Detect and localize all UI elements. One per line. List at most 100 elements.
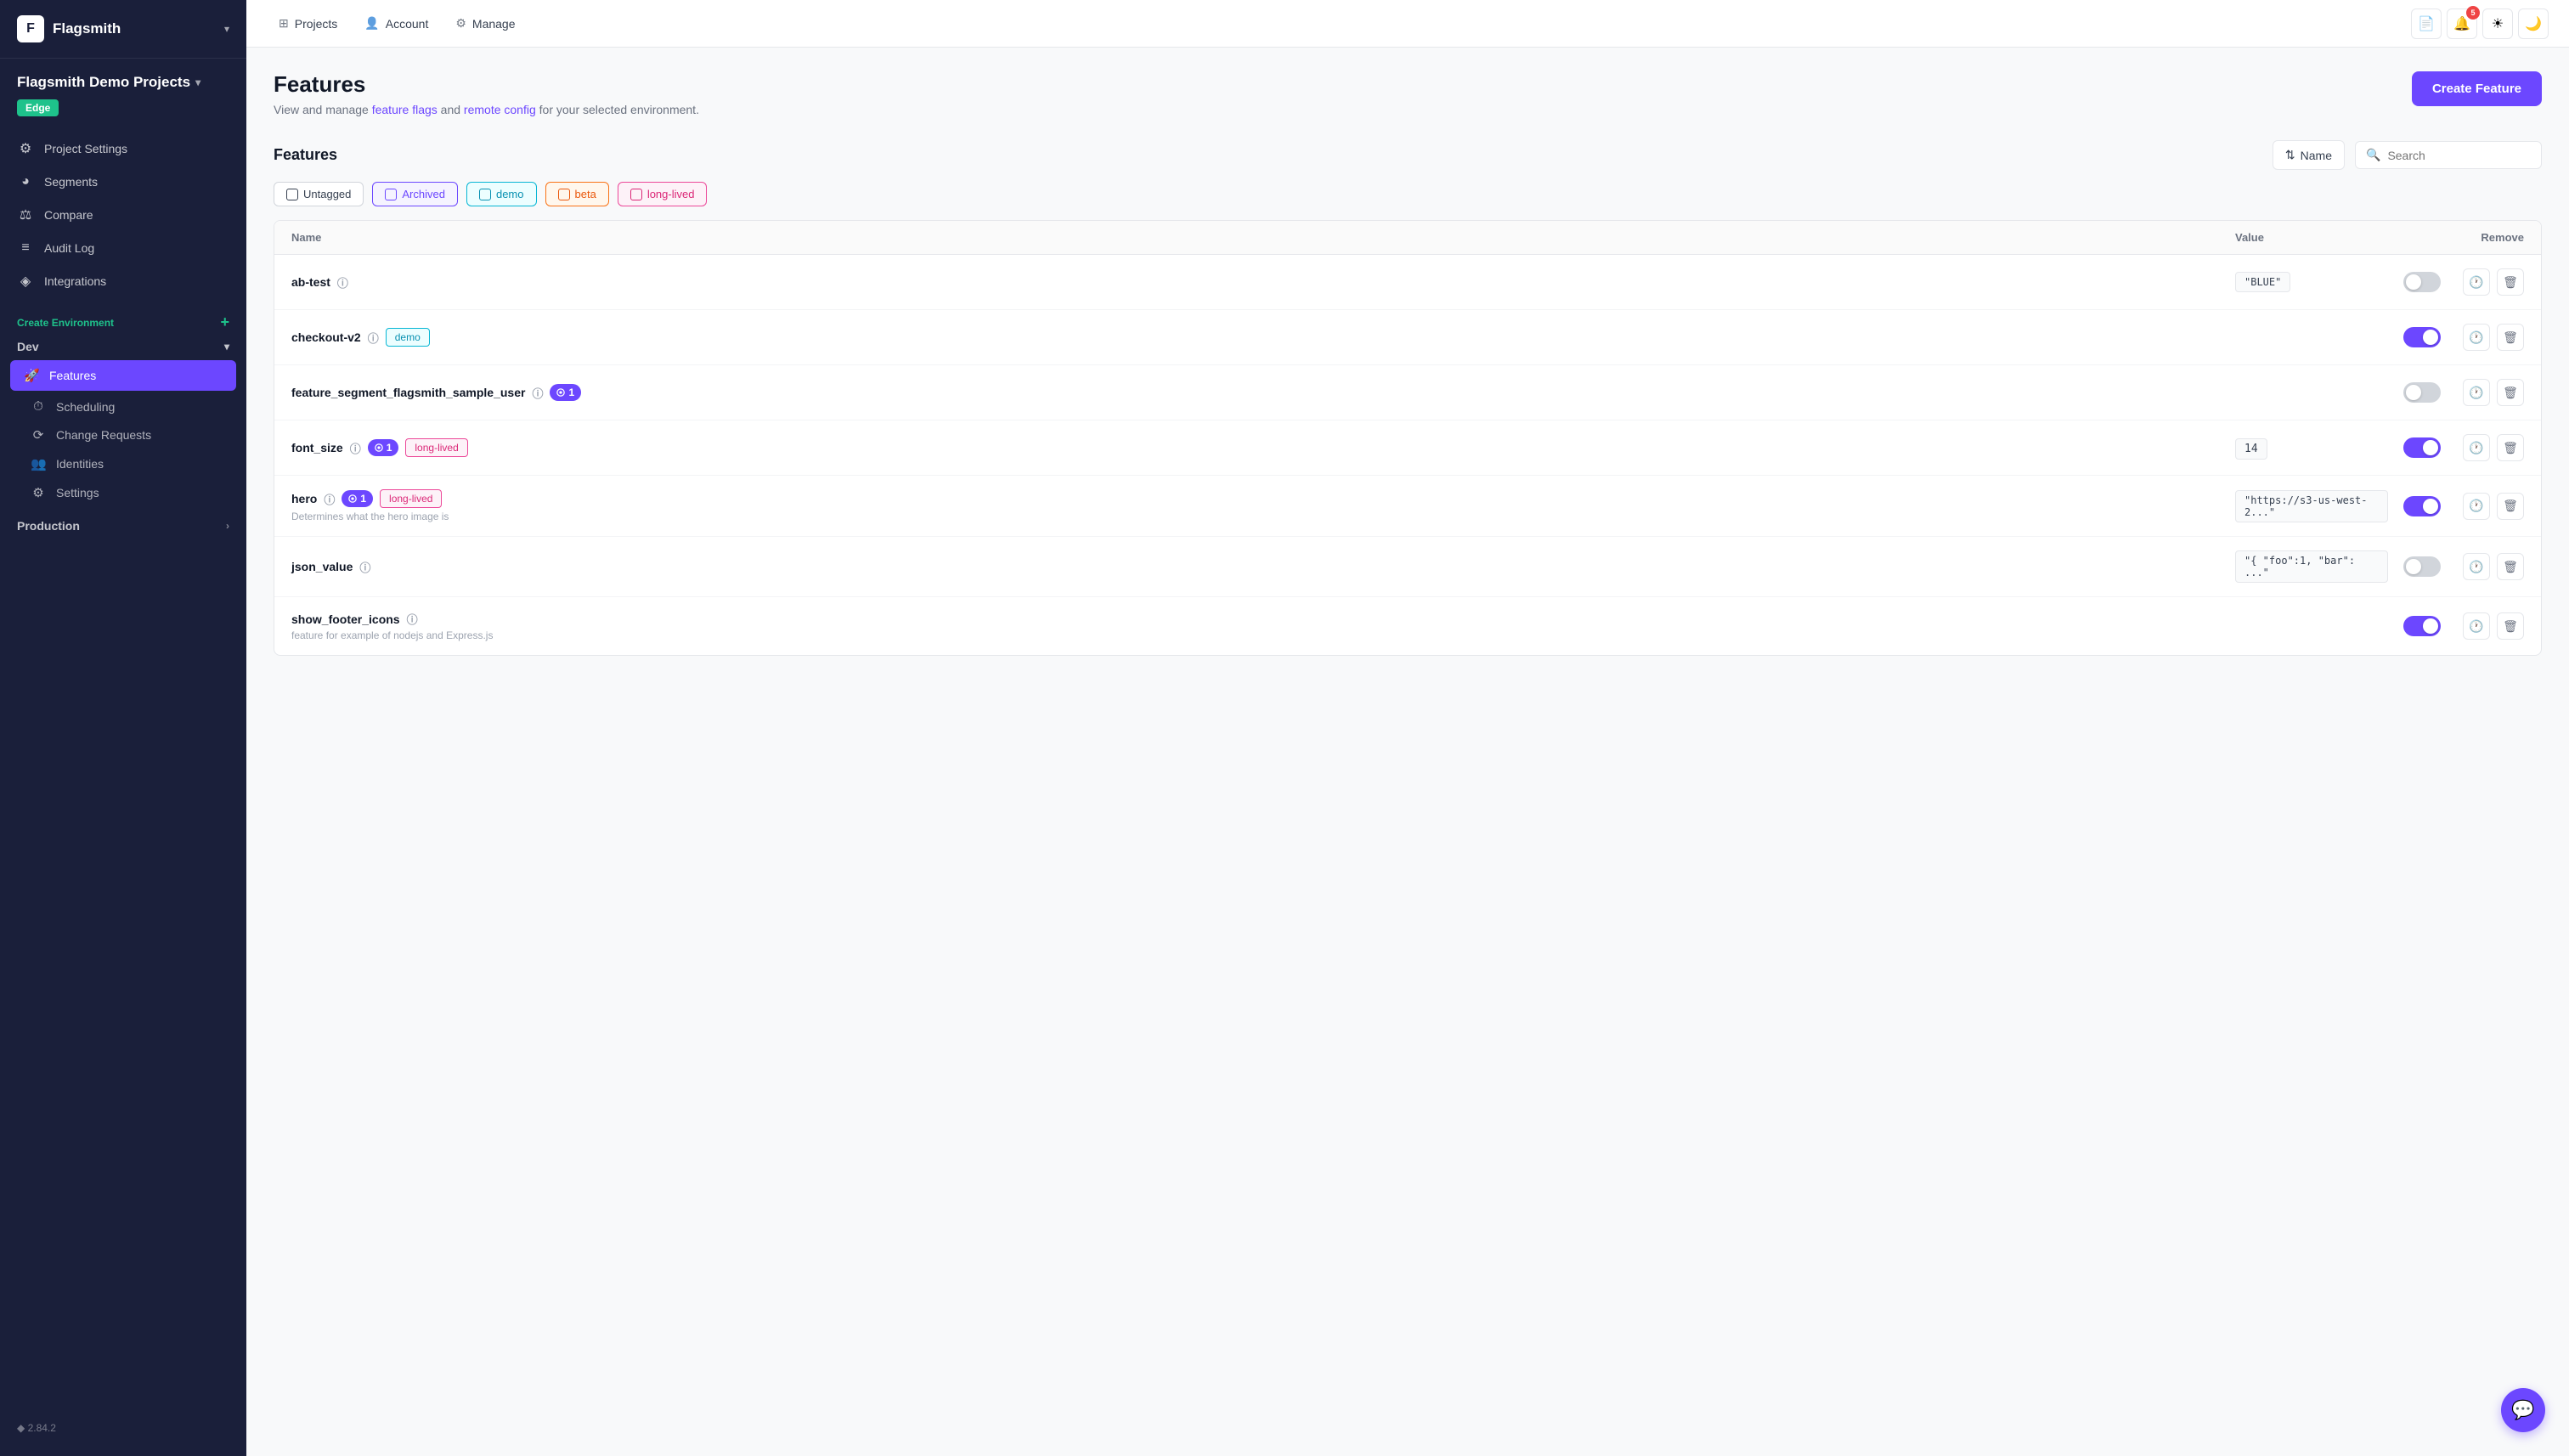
version-icon: ◆ <box>17 1422 28 1434</box>
feature-name-cell: json_value ⓘ <box>291 559 2235 575</box>
moon-icon: 🌙 <box>2525 15 2542 32</box>
filter-tag-untagged[interactable]: Untagged <box>274 182 364 206</box>
features-rocket-icon: 🚀 <box>24 368 39 383</box>
checkout-v2-delete-button[interactable]: 🗑 <box>2497 324 2524 351</box>
sidebar-sub-identities[interactable]: 👥 Identities <box>0 449 246 478</box>
ab-test-history-button[interactable]: 🕐 <box>2463 268 2490 296</box>
search-box: 🔍 <box>2355 141 2542 169</box>
page-content: Features View and manage feature flags a… <box>246 48 2569 1456</box>
sidebar-nav: ⚙ Project Settings ◕ Segments ⚖ Compare … <box>0 125 246 305</box>
checkout-v2-history-button[interactable]: 🕐 <box>2463 324 2490 351</box>
features-toolbar: Features ⇅ Name 🔍 <box>274 140 2542 170</box>
compare-icon: ⚖ <box>17 206 34 223</box>
projects-grid-icon: ⊞ <box>279 16 289 31</box>
sidebar-sub-features[interactable]: 🚀 Features <box>10 360 236 391</box>
remote-config-link[interactable]: remote config <box>464 103 536 116</box>
project-chevron-icon: ▾ <box>195 76 200 88</box>
json-value-history-button[interactable]: 🕐 <box>2463 553 2490 580</box>
sort-button[interactable]: ⇅ Name <box>2273 140 2345 170</box>
show-footer-toggle[interactable] <box>2403 616 2441 636</box>
filter-tag-demo[interactable]: demo <box>466 182 537 206</box>
theme-dark-button[interactable]: 🌙 <box>2518 8 2549 39</box>
history-icon: 🕐 <box>2469 386 2483 400</box>
segments-icon: ◕ <box>17 174 34 189</box>
fss-toggle[interactable] <box>2403 382 2441 403</box>
settings-icon: ⚙ <box>17 140 34 157</box>
trash-icon: 🗑 <box>2503 441 2518 455</box>
production-chevron-icon: › <box>226 520 229 532</box>
font-size-info-icon[interactable]: ⓘ <box>350 440 361 456</box>
sidebar-sub-scheduling[interactable]: ⏱ Scheduling <box>0 392 246 420</box>
json-value-toggle[interactable] <box>2403 556 2441 577</box>
sidebar-item-integrations[interactable]: ◈ Integrations <box>0 264 246 298</box>
ab-test-delete-button[interactable]: 🗑 <box>2497 268 2524 296</box>
sidebar-item-audit-log[interactable]: ≡ Audit Log <box>0 232 246 264</box>
sidebar-item-segments[interactable]: ◕ Segments <box>0 166 246 198</box>
json-value-info-icon[interactable]: ⓘ <box>359 559 370 575</box>
dev-env-chevron-icon: ▾ <box>224 341 229 353</box>
chat-support-button[interactable]: 💬 <box>2501 1388 2545 1432</box>
beta-checkbox <box>558 189 570 200</box>
hero-long-lived-tag: long-lived <box>380 489 442 508</box>
hero-info-icon[interactable]: ⓘ <box>324 491 335 507</box>
account-user-icon: 👤 <box>364 16 379 31</box>
show-footer-info-icon[interactable]: ⓘ <box>407 611 418 627</box>
checkout-v2-info-icon[interactable]: ⓘ <box>368 330 379 346</box>
table-row: feature_segment_flagsmith_sample_user ⓘ … <box>274 365 2541 420</box>
sidebar-sub-change-requests[interactable]: ⟳ Change Requests <box>0 420 246 449</box>
json-value-delete-button[interactable]: 🗑 <box>2497 553 2524 580</box>
features-table: Name Value Remove ab-test ⓘ "BLUE" <box>274 220 2542 656</box>
create-feature-button[interactable]: Create Feature <box>2412 71 2542 106</box>
show-footer-history-button[interactable]: 🕐 <box>2463 612 2490 640</box>
feature-actions-cell: 🕐 🗑 <box>2456 493 2524 520</box>
topnav-manage[interactable]: ⚙ Manage <box>443 9 527 37</box>
theme-light-button[interactable]: ☀ <box>2482 8 2513 39</box>
sidebar-item-compare[interactable]: ⚖ Compare <box>0 198 246 232</box>
search-input[interactable] <box>2387 149 2531 162</box>
font-size-history-button[interactable]: 🕐 <box>2463 434 2490 461</box>
ab-test-info-icon[interactable]: ⓘ <box>337 274 348 291</box>
filter-tag-archived[interactable]: Archived <box>372 182 458 206</box>
notification-badge: 5 <box>2466 6 2480 20</box>
font-size-delete-button[interactable]: 🗑 <box>2497 434 2524 461</box>
sidebar-sub-settings[interactable]: ⚙ Settings <box>0 478 246 507</box>
ab-test-toggle[interactable] <box>2403 272 2441 292</box>
hero-history-button[interactable]: 🕐 <box>2463 493 2490 520</box>
sun-icon: ☀ <box>2492 15 2504 32</box>
show-footer-delete-button[interactable]: 🗑 <box>2497 612 2524 640</box>
sidebar-logo[interactable]: F Flagsmith ▾ <box>0 0 246 59</box>
table-row: show_footer_icons ⓘ feature for example … <box>274 597 2541 655</box>
notifications-button[interactable]: 🔔 5 <box>2447 8 2477 39</box>
filter-tag-long-lived[interactable]: long-lived <box>618 182 708 206</box>
topnav-actions: 📄 🔔 5 ☀ 🌙 <box>2411 8 2549 39</box>
sidebar-env-dev[interactable]: Dev ▾ <box>0 335 246 358</box>
checkout-v2-toggle[interactable] <box>2403 327 2441 347</box>
history-icon: 🕐 <box>2469 560 2483 574</box>
project-header: Flagsmith Demo Projects ▾ Edge <box>0 59 246 125</box>
trash-icon: 🗑 <box>2503 330 2518 345</box>
chat-icon: 💬 <box>2511 1399 2534 1421</box>
fss-delete-button[interactable]: 🗑 <box>2497 379 2524 406</box>
docs-button[interactable]: 📄 <box>2411 8 2442 39</box>
project-name[interactable]: Flagsmith Demo Projects ▾ <box>17 74 229 91</box>
hero-toggle[interactable] <box>2403 496 2441 516</box>
toolbar-right: ⇅ Name 🔍 <box>2273 140 2542 170</box>
create-env-plus-icon[interactable]: + <box>220 313 229 331</box>
filter-tag-beta[interactable]: beta <box>545 182 609 206</box>
fss-history-button[interactable]: 🕐 <box>2463 379 2490 406</box>
fss-info-icon[interactable]: ⓘ <box>532 385 543 401</box>
search-icon: 🔍 <box>2366 148 2380 162</box>
feature-value-cell: 14 <box>2235 441 2388 455</box>
feature-name-cell: hero ⓘ 1 long-lived Determines what the … <box>291 489 2235 522</box>
sidebar-env-production[interactable]: Production › <box>0 511 246 541</box>
hero-delete-button[interactable]: 🗑 <box>2497 493 2524 520</box>
table-row: font_size ⓘ 1 long-lived 14 <box>274 420 2541 476</box>
topnav-account[interactable]: 👤 Account <box>353 9 440 37</box>
feature-flags-link[interactable]: feature flags <box>372 103 438 116</box>
feature-value-cell: "BLUE" <box>2235 272 2388 292</box>
sidebar-item-project-settings[interactable]: ⚙ Project Settings <box>0 132 246 166</box>
untagged-checkbox <box>286 189 298 200</box>
topnav-projects[interactable]: ⊞ Projects <box>267 9 349 37</box>
font-size-toggle[interactable] <box>2403 437 2441 458</box>
page-header-text: Features View and manage feature flags a… <box>274 71 699 116</box>
